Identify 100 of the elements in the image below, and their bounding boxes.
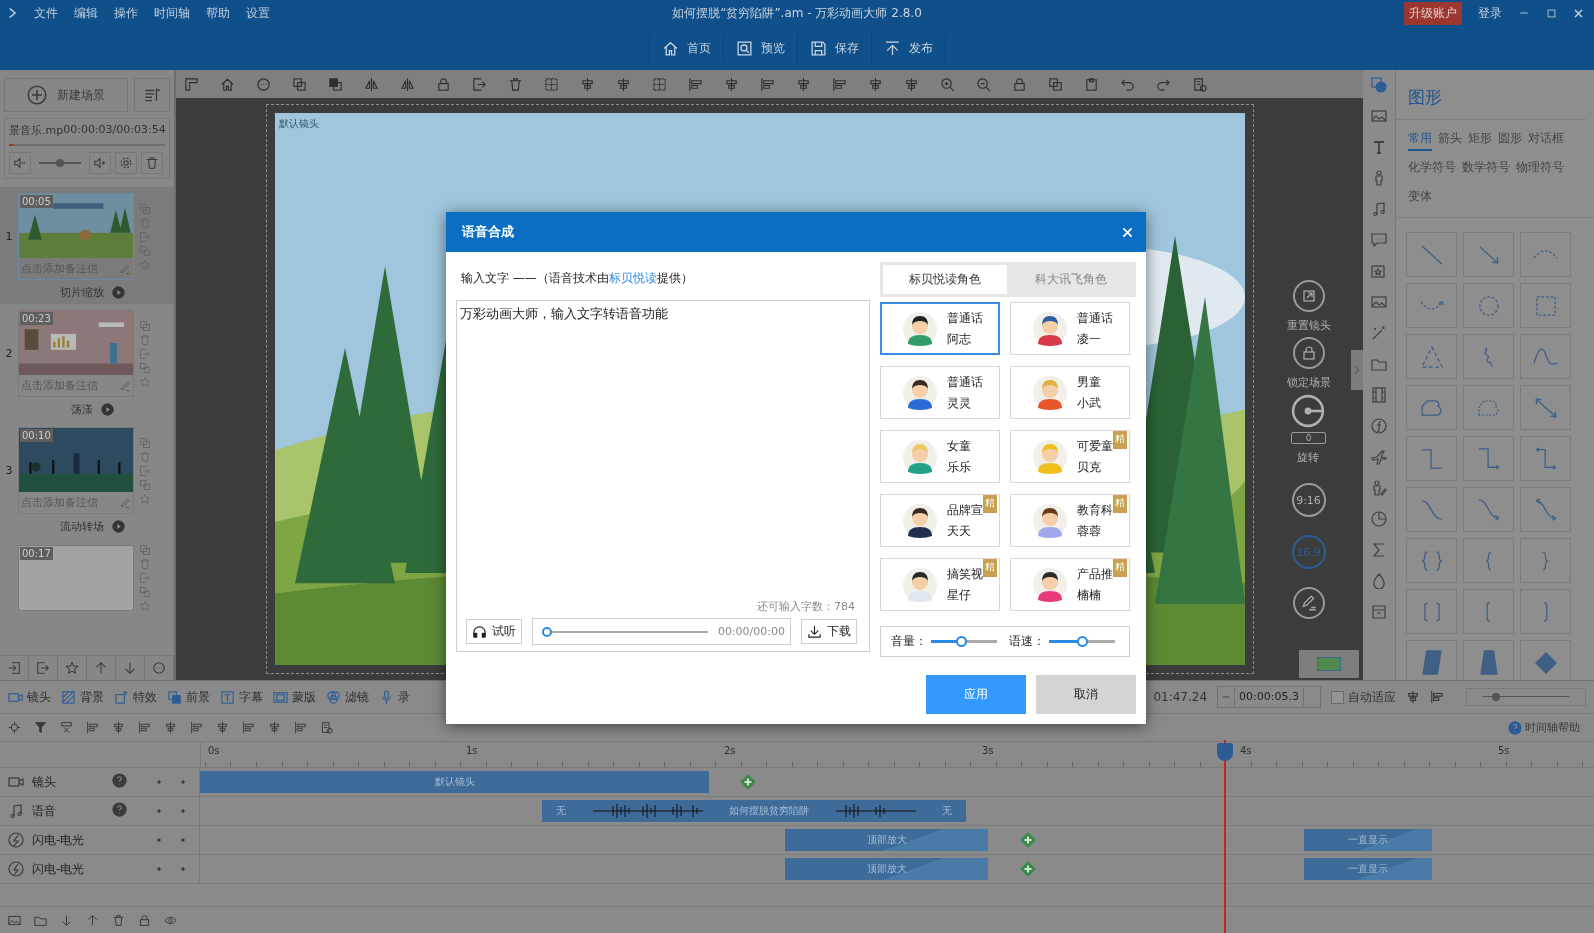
ruler-label: 3s: [982, 745, 994, 756]
category-tab[interactable]: 变体: [1408, 188, 1432, 209]
zoom-field[interactable]: 00:00:05.3: [1217, 686, 1321, 708]
rotation-label: 旋转: [1297, 450, 1320, 465]
voice-card[interactable]: 普通话 灵灵: [880, 366, 1000, 419]
ruler-label: 5s: [1498, 745, 1510, 756]
track-name[interactable]: 镜头: [32, 773, 104, 791]
voice-tab[interactable]: 科大讯飞角色: [1009, 265, 1133, 294]
voice-card[interactable]: 女童 乐乐: [880, 430, 1000, 483]
voice-type: 品牌宣: [947, 501, 983, 519]
category-tab[interactable]: 化学符号: [1408, 159, 1456, 180]
track-name[interactable]: 闪电-电光: [32, 831, 104, 849]
timeline-clip[interactable]: 顶部放大: [785, 858, 988, 880]
new-scene-button[interactable]: 新建场景: [4, 78, 128, 112]
timeline-clip[interactable]: 默认镜头: [200, 771, 709, 793]
auto-fit-label[interactable]: 自动适应: [1348, 688, 1396, 706]
timeline-clip[interactable]: 顶部放大: [785, 829, 988, 851]
voice-type: 普通话: [947, 309, 983, 327]
voice-tab[interactable]: 标贝悦读角色: [883, 265, 1007, 294]
voice-card[interactable]: 普通话 凌一: [1010, 302, 1130, 355]
voice-card[interactable]: 教育科 蓉蓉 精: [1010, 494, 1130, 547]
voice-name: 凌一: [1077, 330, 1102, 348]
category-tab[interactable]: 数学符号: [1462, 159, 1510, 180]
aspect-ratio-button[interactable]: 9:16: [1291, 483, 1326, 517]
ruler-label: 1s: [466, 745, 478, 756]
login-link[interactable]: 登录: [1478, 4, 1502, 22]
voice-card[interactable]: 品牌宣 天天 精: [880, 494, 1000, 547]
menu-item[interactable]: 操作: [114, 4, 138, 22]
text-input-field[interactable]: 万彩动画大师，输入文字转语音功能 还可输入字数：784 试听 00:00/00:00 下载: [456, 300, 870, 652]
clip-label: 一直显示: [1348, 862, 1388, 876]
listen-button[interactable]: 试听: [466, 619, 522, 644]
dialog-title: 语音合成: [462, 223, 514, 241]
clip-end-label: 无: [942, 804, 952, 818]
download-button[interactable]: 下载: [801, 619, 857, 644]
premium-badge: 精: [983, 495, 997, 513]
timeline-clip[interactable]: 无 如何摆脱贫穷陷阱 无: [542, 800, 966, 822]
window-title: 如何摆脱“贫穷陷阱”.am - 万彩动画大师 2.8.0: [672, 4, 922, 22]
toolbar-button[interactable]: 发布: [870, 33, 946, 63]
duration-badge: 00:05: [20, 195, 53, 208]
dialog-button[interactable]: 应用: [926, 675, 1026, 714]
track-name[interactable]: 闪电-电光: [32, 860, 104, 878]
voice-name: 乐乐: [947, 458, 971, 476]
voice-name: 楠楠: [1077, 586, 1102, 604]
category-tab[interactable]: 箭头: [1438, 130, 1462, 151]
menu-item[interactable]: 文件: [34, 4, 58, 22]
premium-badge: 精: [983, 559, 997, 577]
voice-card[interactable]: 普通话 阿志: [880, 302, 1000, 355]
timeline-tool[interactable]: 前景: [167, 688, 210, 706]
category-tab[interactable]: 常用: [1408, 130, 1432, 151]
voice-card[interactable]: 可爱童 贝克 精: [1010, 430, 1130, 483]
track-name[interactable]: 语音: [32, 802, 104, 820]
clip-label: 顶部放大: [866, 833, 907, 847]
menu-item[interactable]: 时间轴: [154, 4, 190, 22]
toolbar-button[interactable]: 首页: [648, 33, 723, 63]
voice-type: 女童: [947, 437, 971, 455]
voice-card[interactable]: 男童 小武: [1010, 366, 1130, 419]
category-tab[interactable]: 物理符号: [1516, 159, 1564, 180]
voice-type: 普通话: [947, 373, 983, 391]
transition-name[interactable]: 切片缩放: [59, 285, 104, 300]
panel-title: 图形: [1396, 70, 1586, 120]
stage-control-button[interactable]: 重置镜头: [1286, 280, 1331, 333]
transition-name[interactable]: 流动转场: [59, 519, 104, 534]
timeline-tool[interactable]: 滤镜: [326, 688, 369, 706]
category-tab[interactable]: 矩形: [1468, 130, 1492, 151]
timeline-tool[interactable]: 字幕: [220, 688, 263, 706]
timeline-tool[interactable]: 镜头: [8, 688, 51, 706]
toolbar-button[interactable]: 保存: [796, 33, 871, 63]
menu-item[interactable]: 帮助: [206, 4, 230, 22]
duration-badge: 00:17: [20, 547, 53, 560]
transition-name[interactable]: 荡漾: [70, 402, 93, 417]
voice-card[interactable]: 产品推 楠楠 精: [1010, 558, 1130, 611]
menu-item[interactable]: 设置: [246, 4, 270, 22]
toolbar-button[interactable]: 预览: [722, 33, 797, 63]
clip-label: 如何摆脱贫穷陷阱: [729, 804, 809, 818]
provider-link[interactable]: 标贝悦读: [608, 269, 657, 287]
clip-start-label: 无: [556, 804, 566, 818]
upgrade-button[interactable]: 升级账户: [1404, 1, 1462, 25]
voice-card[interactable]: 搞笑视 星仔 精: [880, 558, 1000, 611]
ruler-label: 4s: [1240, 745, 1252, 756]
timeline-tool[interactable]: 蒙版: [273, 688, 316, 706]
scene-number: 1: [4, 230, 14, 243]
category-tab[interactable]: 对话框: [1528, 130, 1564, 151]
voice-type: 可爱童: [1077, 437, 1113, 455]
rotation-field[interactable]: 0: [1290, 432, 1327, 444]
duration-badge: 00:23: [20, 312, 53, 325]
dialog-button[interactable]: 取消: [1036, 675, 1136, 714]
category-tab[interactable]: 圆形: [1498, 130, 1522, 151]
timeline-tool[interactable]: 背景: [61, 688, 104, 706]
camera-label: 默认镜头: [279, 117, 319, 131]
ruler-label: 2s: [724, 745, 736, 756]
stage-control-button[interactable]: 锁定场景: [1286, 337, 1331, 390]
timeline-help-link[interactable]: 时间轴帮助: [1508, 720, 1580, 735]
ruler-label: 0s: [208, 745, 220, 756]
premium-badge: 精: [1113, 559, 1127, 577]
timeline-tool[interactable]: 特效: [114, 688, 157, 706]
menu-item[interactable]: 编辑: [74, 4, 98, 22]
timeline-clip[interactable]: 一直显示: [1304, 829, 1432, 851]
timeline-clip[interactable]: 一直显示: [1304, 858, 1432, 880]
timeline-tool[interactable]: 录: [379, 688, 410, 706]
voice-name: 蓉蓉: [1077, 522, 1102, 540]
